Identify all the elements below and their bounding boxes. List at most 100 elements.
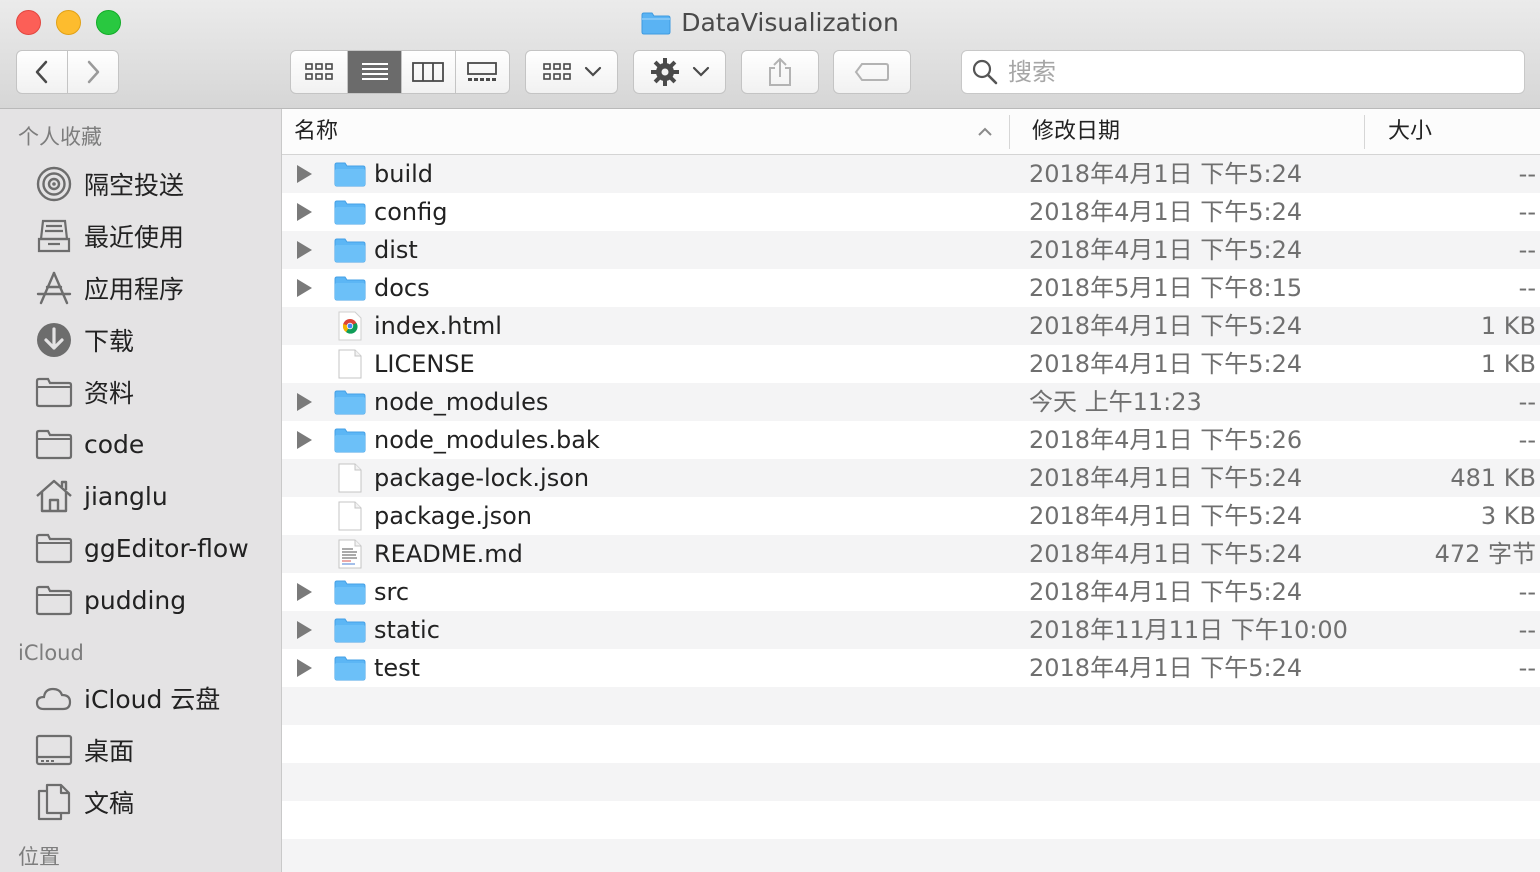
- file-row[interactable]: docs 2018年5月1日 下午8:15 --: [282, 269, 1540, 307]
- column-divider[interactable]: [1009, 115, 1010, 149]
- file-date-modified: 2018年4月1日 下午5:26: [1029, 426, 1303, 454]
- file-date-modified: 2018年4月1日 下午5:24: [1029, 160, 1303, 188]
- file-row[interactable]: dist 2018年4月1日 下午5:24 --: [282, 231, 1540, 269]
- home-icon: [35, 477, 73, 515]
- file-size: --: [1518, 160, 1536, 188]
- file-name: build: [374, 160, 434, 188]
- disclosure-triangle-icon[interactable]: [297, 659, 312, 677]
- group-icon: [542, 63, 571, 80]
- file-size: --: [1518, 616, 1536, 644]
- group-by-button[interactable]: [525, 50, 618, 94]
- document-icon: [334, 501, 366, 531]
- sidebar: 个人收藏 隔空投送 最近使用 应用程序 下载 资料 code jianglu g…: [0, 109, 282, 872]
- sidebar-section-favorites: 个人收藏: [18, 125, 102, 149]
- folder-icon: [334, 577, 366, 607]
- text-file-icon: [334, 539, 366, 569]
- folder-icon: [334, 615, 366, 645]
- disclosure-triangle-icon[interactable]: [297, 279, 312, 297]
- share-button[interactable]: [741, 50, 819, 94]
- file-row[interactable]: node_modules.bak 2018年4月1日 下午5:26 --: [282, 421, 1540, 459]
- sidebar-item-label: jianglu: [84, 481, 168, 511]
- search-field[interactable]: [961, 50, 1525, 94]
- forward-button[interactable]: [68, 51, 118, 93]
- share-icon: [769, 57, 791, 86]
- file-date-modified: 2018年4月1日 下午5:24: [1029, 464, 1303, 492]
- sidebar-item-recents[interactable]: 最近使用: [0, 210, 281, 262]
- column-header-size[interactable]: 大小: [1388, 109, 1432, 155]
- file-size: --: [1518, 274, 1536, 302]
- file-row[interactable]: config 2018年4月1日 下午5:24 --: [282, 193, 1540, 231]
- applications-icon: [35, 269, 73, 307]
- disclosure-triangle-icon[interactable]: [297, 393, 312, 411]
- window-title-bar: DataVisualization: [0, 8, 1540, 38]
- chevron-right-icon: [87, 60, 100, 84]
- sidebar-item-applications[interactable]: 应用程序: [0, 262, 281, 314]
- file-date-modified: 2018年4月1日 下午5:24: [1029, 350, 1303, 378]
- sidebar-item-code[interactable]: code: [0, 418, 281, 470]
- sidebar-item-label: code: [84, 429, 145, 459]
- sidebar-item-pudding[interactable]: pudding: [0, 574, 281, 626]
- column-header-name[interactable]: 名称: [294, 109, 338, 155]
- sidebar-item-label: ggEditor-flow: [84, 533, 249, 563]
- column-view-button[interactable]: [402, 51, 456, 93]
- folder-icon: [334, 197, 366, 227]
- disclosure-triangle-icon[interactable]: [297, 203, 312, 221]
- folder-icon: [334, 159, 366, 189]
- column-divider[interactable]: [1364, 115, 1365, 149]
- list-view-button[interactable]: [348, 51, 402, 93]
- file-row[interactable]: package.json 2018年4月1日 下午5:24 3 KB: [282, 497, 1540, 535]
- file-row[interactable]: src 2018年4月1日 下午5:24 --: [282, 573, 1540, 611]
- sidebar-item-airdrop[interactable]: 隔空投送: [0, 158, 281, 210]
- file-date-modified: 2018年4月1日 下午5:24: [1029, 578, 1303, 606]
- document-icon: [334, 463, 366, 493]
- disclosure-triangle-icon[interactable]: [297, 583, 312, 601]
- icon-view-icon: [305, 63, 334, 80]
- desktop-icon: [35, 731, 73, 769]
- empty-row: [282, 687, 1540, 725]
- file-row[interactable]: node_modules 今天 上午11:23 --: [282, 383, 1540, 421]
- icon-view-button[interactable]: [291, 51, 349, 93]
- file-row[interactable]: static 2018年11月11日 下午10:00 --: [282, 611, 1540, 649]
- folder-icon: [35, 425, 73, 463]
- file-row[interactable]: LICENSE 2018年4月1日 下午5:24 1 KB: [282, 345, 1540, 383]
- column-header: 名称 修改日期 大小: [282, 109, 1540, 155]
- file-size: 1 KB: [1480, 312, 1536, 340]
- column-header-date[interactable]: 修改日期: [1032, 109, 1120, 155]
- file-size: 472 字节: [1434, 540, 1536, 568]
- sidebar-item-documents[interactable]: 文稿: [0, 776, 281, 828]
- disclosure-triangle-icon[interactable]: [297, 241, 312, 259]
- sidebar-item-icloud-drive[interactable]: iCloud 云盘: [0, 672, 281, 724]
- gear-icon: [650, 58, 679, 86]
- empty-row: [282, 801, 1540, 839]
- disclosure-triangle-icon[interactable]: [297, 621, 312, 639]
- file-name: dist: [374, 236, 418, 264]
- sidebar-item-label: 隔空投送: [84, 171, 185, 200]
- file-name: node_modules.bak: [374, 426, 600, 454]
- file-row[interactable]: package-lock.json 2018年4月1日 下午5:24 481 KB: [282, 459, 1540, 497]
- sidebar-item-desktop[interactable]: 桌面: [0, 724, 281, 776]
- file-date-modified: 2018年4月1日 下午5:24: [1029, 540, 1303, 568]
- file-date-modified: 2018年4月1日 下午5:24: [1029, 198, 1303, 226]
- html-file-icon: [334, 311, 366, 341]
- airdrop-icon: [35, 165, 73, 203]
- tag-button[interactable]: [833, 50, 911, 94]
- disclosure-triangle-icon[interactable]: [297, 431, 312, 449]
- file-row[interactable]: build 2018年4月1日 下午5:24 --: [282, 155, 1540, 193]
- sidebar-item-ziliao[interactable]: 资料: [0, 366, 281, 418]
- file-row[interactable]: README.md 2018年4月1日 下午5:24 472 字节: [282, 535, 1540, 573]
- chevron-down-icon: [584, 66, 601, 77]
- folder-icon: [35, 581, 73, 619]
- back-button[interactable]: [17, 51, 68, 93]
- gallery-view-button[interactable]: [456, 51, 510, 93]
- file-size: --: [1518, 388, 1536, 416]
- file-row[interactable]: index.html 2018年4月1日 下午5:24 1 KB: [282, 307, 1540, 345]
- file-date-modified: 2018年4月1日 下午5:24: [1029, 502, 1303, 530]
- disclosure-triangle-icon[interactable]: [297, 165, 312, 183]
- folder-icon: [334, 425, 366, 455]
- sidebar-item-downloads[interactable]: 下载: [0, 314, 281, 366]
- sidebar-item-ggeditor-flow[interactable]: ggEditor-flow: [0, 522, 281, 574]
- action-button[interactable]: [633, 50, 726, 94]
- file-row[interactable]: test 2018年4月1日 下午5:24 --: [282, 649, 1540, 687]
- search-input[interactable]: [1006, 57, 1490, 87]
- sidebar-item-jianglu[interactable]: jianglu: [0, 470, 281, 522]
